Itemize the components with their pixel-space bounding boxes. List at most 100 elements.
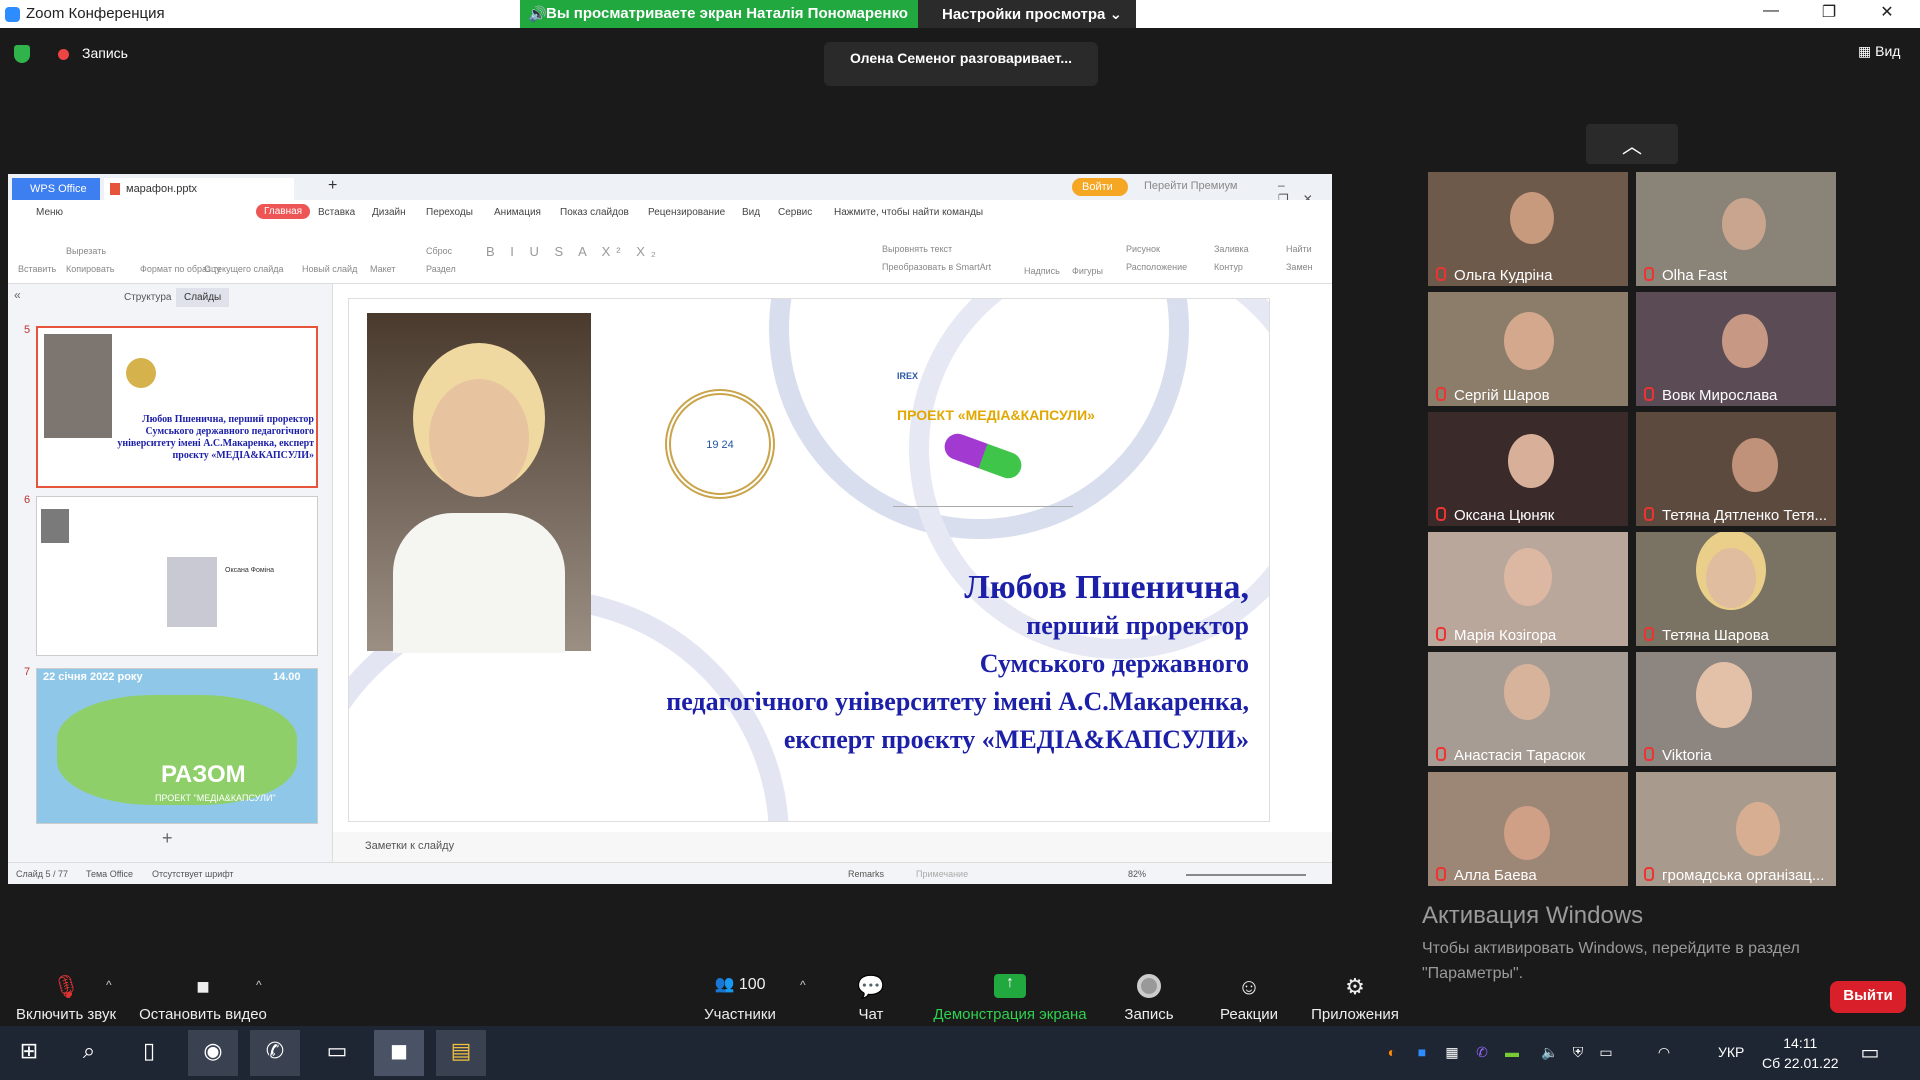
shield-tray-icon[interactable]: ⛨: [1568, 1044, 1588, 1062]
ribbon-fill[interactable]: Заливка: [1214, 244, 1249, 254]
ribbon-arrange[interactable]: Расположение: [1126, 262, 1187, 272]
participants-button[interactable]: 👥 100 Участники: [700, 974, 780, 1023]
ribbon-cut[interactable]: Вырезать: [66, 246, 106, 256]
stop-video-button[interactable]: ■ Остановить видео: [136, 974, 270, 1023]
participant-tile[interactable]: Оксана Цюняк: [1428, 412, 1628, 526]
maximize-button[interactable]: ❐: [1806, 2, 1852, 26]
tray-icon[interactable]: ▦: [1442, 1044, 1462, 1062]
add-slide-icon[interactable]: +: [162, 828, 173, 849]
language-indicator[interactable]: УКР: [1718, 1044, 1744, 1060]
participant-tile[interactable]: Тетяна Шарова: [1636, 532, 1836, 646]
ribbon-copy[interactable]: Копировать: [66, 264, 114, 274]
menu-item-animation[interactable]: Анимация: [494, 207, 541, 218]
ribbon-new-slide[interactable]: Новый слайд: [302, 264, 357, 274]
menu-item-insert[interactable]: Вставка: [318, 207, 355, 218]
tab-wps-office[interactable]: WPS Office: [12, 178, 100, 200]
slide-thumbnail-7[interactable]: 22 січня 2022 року 14.00 РАЗОМ ПРОЕКТ "М…: [36, 668, 318, 824]
taskbar-clock[interactable]: 14:11 Сб 22.01.22: [1762, 1033, 1839, 1073]
explorer-taskbar-icon[interactable]: ▤: [436, 1030, 486, 1076]
tab-slides[interactable]: Слайды: [176, 288, 230, 307]
ribbon-align-text[interactable]: Выровнять текст: [882, 244, 952, 254]
ribbon-replace[interactable]: Замен: [1286, 262, 1313, 272]
avast-tray-icon[interactable]: ◐: [1382, 1044, 1402, 1062]
participant-tile[interactable]: Марія Козігора: [1428, 532, 1628, 646]
menu-item-view[interactable]: Вид: [742, 207, 760, 218]
leave-button[interactable]: Выйти: [1830, 981, 1906, 1013]
record-button[interactable]: Запись: [1124, 974, 1174, 1023]
ribbon-from-current[interactable]: С текущего слайда: [204, 264, 284, 274]
viber-tray-icon[interactable]: ✆: [1472, 1044, 1492, 1062]
login-button[interactable]: Войти: [1072, 178, 1128, 196]
search-icon[interactable]: ⌕: [64, 1030, 114, 1076]
missing-font-label[interactable]: Отсутствует шрифт: [152, 869, 234, 879]
menu-item-home[interactable]: Главная: [256, 204, 311, 219]
security-shield-icon[interactable]: [14, 45, 30, 63]
participant-tile[interactable]: Viktoria: [1636, 652, 1836, 766]
font-format-icons[interactable]: B I U S A X² X₂: [486, 244, 662, 259]
task-view-icon[interactable]: ▯: [124, 1030, 174, 1076]
ribbon-paste[interactable]: Вставить: [18, 264, 56, 274]
zoom-level[interactable]: 82%: [1128, 869, 1146, 879]
participant-tile[interactable]: Сергій Шаров: [1428, 292, 1628, 406]
viber-taskbar-icon[interactable]: ✆: [250, 1030, 300, 1076]
ribbon-textbox[interactable]: Надпись: [1024, 266, 1060, 276]
participant-tile[interactable]: Вовк Мирослава: [1636, 292, 1836, 406]
tab-outline[interactable]: Структура: [124, 292, 171, 303]
wifi-icon[interactable]: ◠: [1654, 1044, 1674, 1062]
mute-button[interactable]: 🎙 Включить звук: [12, 974, 120, 1023]
chrome-taskbar-icon[interactable]: ◉: [188, 1030, 238, 1076]
participant-tile[interactable]: Анастасія Тарасюк: [1428, 652, 1628, 766]
ribbon-shapes[interactable]: Фигуры: [1072, 266, 1103, 276]
battery-icon[interactable]: ▭: [1596, 1044, 1616, 1062]
video-options-chevron-icon[interactable]: ^: [256, 978, 262, 992]
command-search[interactable]: Нажмите, чтобы найти команды: [834, 207, 983, 218]
view-settings-button[interactable]: Настройки просмотра ⌄: [918, 0, 1136, 28]
ribbon-section[interactable]: Раздел: [426, 264, 456, 274]
remarks-button[interactable]: Remarks: [848, 869, 884, 879]
nvidia-tray-icon[interactable]: ▬: [1502, 1044, 1522, 1062]
zoom-slider[interactable]: [1186, 874, 1306, 876]
comment-button[interactable]: Примечание: [916, 869, 968, 879]
ribbon-outline[interactable]: Контур: [1214, 262, 1243, 272]
audio-options-chevron-icon[interactable]: ^: [106, 978, 112, 992]
menu-item-transitions[interactable]: Переходы: [426, 207, 473, 218]
share-screen-button[interactable]: ↑ Демонстрация экрана: [930, 974, 1090, 1023]
view-button[interactable]: ▦ Вид: [1858, 43, 1900, 60]
participants-chevron-icon[interactable]: ^: [800, 978, 806, 992]
participant-tile[interactable]: Olha Fast: [1636, 172, 1836, 286]
participant-tile[interactable]: громадська організац...: [1636, 772, 1836, 886]
slide-thumbnail-6[interactable]: Оксана Фоміна: [36, 496, 318, 656]
slide-canvas[interactable]: 19 24 IREX ПРОЕКТ «МЕДІА&КАПСУЛИ» Любов …: [348, 298, 1270, 822]
zoom-taskbar-icon[interactable]: ◼: [374, 1030, 424, 1076]
tab-presentation-file[interactable]: марафон.pptx: [104, 178, 294, 200]
ribbon-find[interactable]: Найти: [1286, 244, 1312, 254]
start-button-icon[interactable]: ⊞: [4, 1030, 54, 1076]
volume-icon[interactable]: 🔈: [1540, 1044, 1560, 1062]
menu-item-slideshow[interactable]: Показ слайдов: [560, 207, 629, 218]
premium-link[interactable]: Перейти Премиум: [1144, 180, 1237, 192]
minimize-button[interactable]: —: [1748, 2, 1794, 26]
new-tab-icon[interactable]: +: [328, 177, 337, 195]
ribbon-reset[interactable]: Сброс: [426, 246, 452, 256]
ribbon-picture[interactable]: Рисунок: [1126, 244, 1160, 254]
participant-tile[interactable]: Алла Баева: [1428, 772, 1628, 886]
slide-notes[interactable]: Заметки к слайду: [333, 832, 1332, 862]
menu-item-menu[interactable]: Меню: [36, 207, 63, 218]
menu-item-tools[interactable]: Сервис: [778, 207, 812, 218]
chat-button[interactable]: 💬 Чат: [846, 974, 896, 1023]
reactions-button[interactable]: ☺ Реакции: [1216, 974, 1282, 1023]
menu-item-review[interactable]: Рецензирование: [648, 207, 725, 218]
gallery-up-button[interactable]: ︿: [1586, 124, 1678, 164]
ribbon-smartart[interactable]: Преобразовать в SmartArt: [882, 262, 991, 272]
close-button[interactable]: ✕: [1864, 2, 1910, 26]
notifications-icon[interactable]: ▭: [1860, 1040, 1880, 1064]
participant-tile[interactable]: Тетяна Дятленко Тетя...: [1636, 412, 1836, 526]
slide-thumbnail-5[interactable]: Любов Пшенична, перший проректор Сумсько…: [36, 326, 318, 488]
participant-tile[interactable]: Ольга Кудріна: [1428, 172, 1628, 286]
computer-taskbar-icon[interactable]: ▭: [312, 1030, 362, 1076]
ribbon-layout[interactable]: Макет: [370, 264, 395, 274]
collapse-panel-icon[interactable]: «: [14, 288, 21, 302]
apps-button[interactable]: ⚙ Приложения: [1308, 974, 1402, 1023]
menu-item-design[interactable]: Дизайн: [372, 207, 406, 218]
zoom-tray-icon[interactable]: ■: [1412, 1044, 1432, 1062]
